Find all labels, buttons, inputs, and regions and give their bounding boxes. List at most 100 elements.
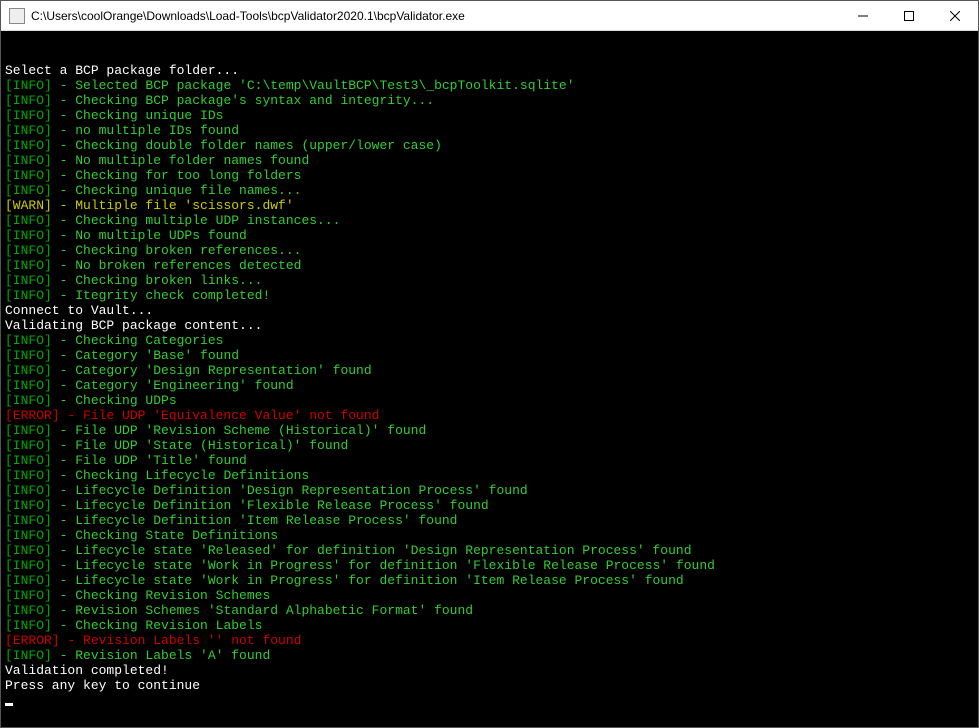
console-text: Connect to Vault... [5,303,153,318]
console-text: Validation completed! [5,663,169,678]
log-level-info: [INFO] [5,648,52,663]
log-level-info: [INFO] [5,138,52,153]
log-message: - Revision Schemes 'Standard Alphabetic … [52,603,473,618]
log-message: - Checking BCP package's syntax and inte… [52,93,434,108]
log-message: - Checking State Definitions [52,528,278,543]
log-level-info: [INFO] [5,438,52,453]
maximize-button[interactable] [886,1,932,30]
log-message: - File UDP 'Revision Scheme (Historical)… [52,423,426,438]
log-level-info: [INFO] [5,258,52,273]
console-line: [INFO] - Lifecycle Definition 'Item Rele… [5,513,974,528]
log-level-info: [INFO] [5,243,52,258]
console-text: Press any key to continue [5,678,200,693]
log-level-info: [INFO] [5,483,52,498]
maximize-icon [904,11,914,21]
log-message: - Checking multiple UDP instances... [52,213,341,228]
console-line: [INFO] - Revision Labels 'A' found [5,648,974,663]
log-message: - No multiple folder names found [52,153,309,168]
log-message: - Multiple file 'scissors.dwf' [52,198,294,213]
console-line: Select a BCP package folder... [5,63,974,78]
console-line: [INFO] - Checking BCP package's syntax a… [5,93,974,108]
log-level-error: [ERROR] [5,408,60,423]
log-message: - Category 'Base' found [52,348,239,363]
log-level-info: [INFO] [5,153,52,168]
console-line: [INFO] - Checking unique IDs [5,108,974,123]
log-level-info: [INFO] [5,348,52,363]
log-level-info: [INFO] [5,603,52,618]
console-line: [INFO] - Checking multiple UDP instances… [5,213,974,228]
console-line: [INFO] - Itegrity check completed! [5,288,974,303]
log-level-info: [INFO] [5,573,52,588]
log-message: - Checking unique file names... [52,183,302,198]
log-level-info: [INFO] [5,498,52,513]
log-message: - Checking Revision Schemes [52,588,270,603]
log-message: - Checking double folder names (upper/lo… [52,138,442,153]
console-line: [ERROR] - File UDP 'Equivalence Value' n… [5,408,974,423]
console-line: Connect to Vault... [5,303,974,318]
log-level-info: [INFO] [5,543,52,558]
close-button[interactable] [932,1,978,30]
titlebar[interactable]: C:\Users\coolOrange\Downloads\Load-Tools… [1,1,978,31]
console-line: [INFO] - no multiple IDs found [5,123,974,138]
log-level-info: [INFO] [5,78,52,93]
log-message: - File UDP 'Equivalence Value' not found [60,408,380,423]
log-message: - Checking for too long folders [52,168,302,183]
log-level-info: [INFO] [5,558,52,573]
log-level-info: [INFO] [5,468,52,483]
console-line: [INFO] - File UDP 'State (Historical)' f… [5,438,974,453]
log-message: - No broken references detected [52,258,302,273]
log-message: - Lifecycle state 'Work in Progress' for… [52,558,715,573]
log-message: - File UDP 'Title' found [52,453,247,468]
log-level-info: [INFO] [5,273,52,288]
console-line: [INFO] - File UDP 'Title' found [5,453,974,468]
console-line: [ERROR] - Revision Labels '' not found [5,633,974,648]
console-line: [INFO] - Checking Revision Schemes [5,588,974,603]
log-level-info: [INFO] [5,453,52,468]
close-icon [950,11,960,21]
cursor [5,703,13,706]
console-line: [INFO] - Lifecycle state 'Work in Progre… [5,558,974,573]
console-line: [INFO] - Category 'Engineering' found [5,378,974,393]
log-message: - Lifecycle Definition 'Flexible Release… [52,498,489,513]
log-level-info: [INFO] [5,588,52,603]
cursor-line [5,693,974,708]
console-line: [INFO] - Lifecycle state 'Released' for … [5,543,974,558]
console-line: [INFO] - Checking broken links... [5,273,974,288]
app-window: C:\Users\coolOrange\Downloads\Load-Tools… [0,0,979,728]
minimize-button[interactable] [840,1,886,30]
console-text: Validating BCP package content... [5,318,262,333]
console-line: [INFO] - Checking unique file names... [5,183,974,198]
console-line: [INFO] - Checking Revision Labels [5,618,974,633]
log-level-info: [INFO] [5,528,52,543]
console-line: [INFO] - Lifecycle Definition 'Design Re… [5,483,974,498]
log-level-info: [INFO] [5,378,52,393]
console-line: [INFO] - Revision Schemes 'Standard Alph… [5,603,974,618]
log-level-info: [INFO] [5,108,52,123]
log-message: - Selected BCP package 'C:\temp\VaultBCP… [52,78,575,93]
log-message: - Lifecycle Definition 'Item Release Pro… [52,513,458,528]
console-line: Press any key to continue [5,678,974,693]
log-message: - no multiple IDs found [52,123,239,138]
log-level-info: [INFO] [5,513,52,528]
console-line: Validation completed! [5,663,974,678]
console-output: Select a BCP package folder...[INFO] - S… [1,31,978,727]
log-message: - Category 'Engineering' found [52,378,294,393]
console-text: Select a BCP package folder... [5,63,239,78]
console-line: Validating BCP package content... [5,318,974,333]
console-line: [INFO] - Checking broken references... [5,243,974,258]
log-message: - Revision Labels 'A' found [52,648,270,663]
console-line: [INFO] - Checking UDPs [5,393,974,408]
log-level-info: [INFO] [5,183,52,198]
log-level-info: [INFO] [5,123,52,138]
console-line: [INFO] - Checking Lifecycle Definitions [5,468,974,483]
log-level-info: [INFO] [5,93,52,108]
log-message: - Checking broken references... [52,243,302,258]
log-message: - Lifecycle state 'Work in Progress' for… [52,573,684,588]
log-level-info: [INFO] [5,168,52,183]
log-message: - File UDP 'State (Historical)' found [52,438,348,453]
console-line: [INFO] - Selected BCP package 'C:\temp\V… [5,78,974,93]
log-level-info: [INFO] [5,363,52,378]
log-level-info: [INFO] [5,288,52,303]
log-level-info: [INFO] [5,333,52,348]
log-level-info: [INFO] [5,213,52,228]
